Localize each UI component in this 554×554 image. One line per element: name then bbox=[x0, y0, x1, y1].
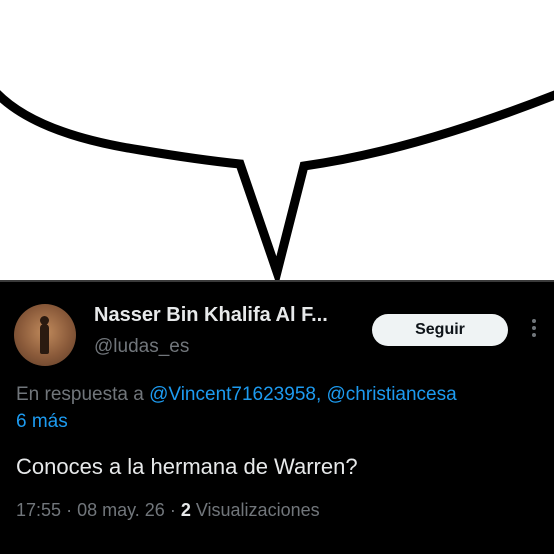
user-handle[interactable]: @ludas_es bbox=[94, 336, 189, 358]
separator: · bbox=[169, 500, 176, 520]
more-vertical-icon[interactable] bbox=[528, 316, 540, 342]
reply-context: En respuesta a @Vincent71623958, @christ… bbox=[16, 381, 554, 435]
separator: · bbox=[66, 500, 73, 520]
tweet-text: Conoces a la hermana de Warren? bbox=[16, 454, 358, 479]
display-name[interactable]: Nasser Bin Khalifa Al F... bbox=[94, 304, 328, 327]
follow-button[interactable]: Seguir bbox=[372, 314, 508, 346]
tweet-card: Nasser Bin Khalifa Al F... @ludas_es Seg… bbox=[0, 280, 554, 554]
more-mentions-link[interactable]: 6 más bbox=[16, 411, 68, 432]
mention-link[interactable]: @Vincent71623958, bbox=[149, 384, 321, 405]
avatar[interactable] bbox=[14, 304, 76, 366]
tweet-time[interactable]: 17:55 bbox=[16, 500, 61, 520]
speech-bubble bbox=[0, 70, 554, 288]
reply-prefix: En respuesta a bbox=[16, 384, 144, 405]
mention-link[interactable]: @christiancesa bbox=[327, 384, 457, 405]
views-label[interactable]: Visualizaciones bbox=[196, 500, 320, 520]
tweet-meta: 17:55 · 08 may. 26 · 2 Visualizaciones bbox=[16, 500, 320, 521]
tweet-date[interactable]: 08 may. 26 bbox=[77, 500, 165, 520]
views-count: 2 bbox=[180, 500, 191, 520]
